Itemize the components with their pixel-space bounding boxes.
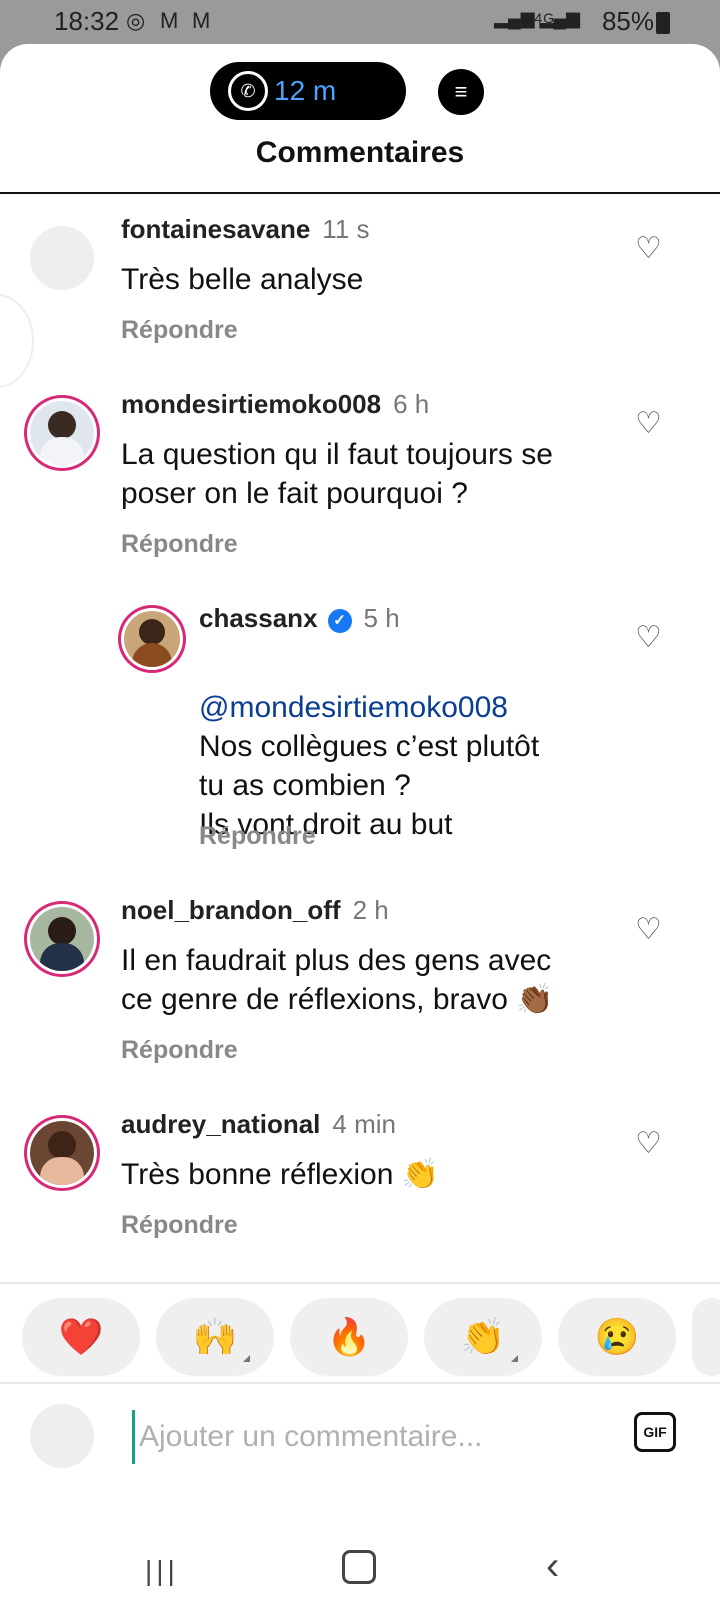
username[interactable]: fontainesavane [121, 214, 310, 244]
username[interactable]: audrey_national [121, 1109, 320, 1139]
reaction-heart-button[interactable]: ❤️ [22, 1298, 140, 1376]
comment-text: Très belle analyse [121, 263, 364, 296]
recents-icon[interactable]: ||| [145, 1555, 179, 1587]
skin-tone-indicator [511, 1355, 518, 1362]
reaction-clap-button[interactable]: 👏 [424, 1298, 542, 1376]
comment-username[interactable]: mondesirtiemoko008 6 h [121, 389, 429, 420]
call-pill[interactable]: ✆ 12 m [210, 62, 406, 120]
header-divider [0, 192, 720, 194]
reply-button[interactable]: Répondre [121, 1211, 238, 1240]
back-icon[interactable]: ‹ [546, 1544, 559, 1589]
gif-button[interactable]: GIF [634, 1412, 676, 1452]
like-heart-icon[interactable]: ♡ [635, 234, 665, 264]
whatsapp-icon: ✆ [228, 71, 268, 111]
comment-username[interactable]: noel_brandon_off 2 h [121, 895, 389, 926]
like-heart-icon[interactable]: ♡ [635, 623, 665, 653]
status-bar: 18:32 ◎ M M 4G ▂▄▆ ▂▄▆ 85% [0, 0, 720, 46]
comment-time: 5 h [363, 603, 400, 633]
comment-time: 2 h [352, 895, 389, 925]
clap-emoji: 👏 [460, 1316, 506, 1357]
battery-percent: 85% [601, 6, 654, 36]
home-icon[interactable] [342, 1550, 376, 1584]
reply-button[interactable]: Répondre [121, 1036, 238, 1065]
reply-button[interactable]: Répondre [199, 822, 316, 851]
comment-input[interactable] [132, 1410, 621, 1464]
comment-text: Il en faudrait plus des gens avec ce gen… [121, 944, 554, 1016]
sort-icon[interactable]: ≡ [438, 69, 484, 115]
side-peek [0, 294, 34, 388]
mention-link[interactable]: @mondesirtiemoko008 [199, 688, 539, 727]
comment-text: @mondesirtiemoko008 Nos collègues c’est p… [199, 649, 539, 844]
username[interactable]: mondesirtiemoko008 [121, 389, 381, 419]
heart-emoji: ❤️ [58, 1316, 104, 1357]
quick-reactions-bar: ❤️ 🙌 🔥 👏 😢 [22, 1298, 720, 1378]
avatar[interactable] [124, 611, 180, 667]
like-heart-icon[interactable]: ♡ [635, 1129, 665, 1159]
reaction-fire-button[interactable]: 🔥 [290, 1298, 408, 1376]
input-divider [0, 1382, 720, 1384]
whatsapp-icon: ◎ [126, 8, 146, 33]
avatar[interactable] [30, 1121, 94, 1185]
reaction-crying-button[interactable]: 😢 [558, 1298, 676, 1376]
comment-time: 11 s [322, 214, 370, 244]
avatar[interactable] [30, 401, 94, 465]
raised-hands-emoji: 🙌 [192, 1316, 238, 1357]
comment-text: La question qu il faut toujours se poser… [121, 438, 553, 510]
page-title: Commentaires [255, 136, 465, 169]
reactions-divider [0, 1282, 720, 1284]
avatar[interactable] [30, 907, 94, 971]
system-nav-bar: ||| ‹ [0, 1500, 720, 1600]
reaction-more-peek[interactable] [692, 1298, 720, 1376]
my-avatar [30, 1404, 94, 1468]
skin-tone-indicator [243, 1355, 250, 1362]
reply-button[interactable]: Répondre [121, 316, 238, 345]
avatar[interactable] [30, 226, 94, 290]
battery-icon [656, 12, 670, 34]
reply-button[interactable]: Répondre [121, 530, 238, 559]
comment-username[interactable]: audrey_national 4 min [121, 1109, 396, 1140]
like-heart-icon[interactable]: ♡ [635, 915, 665, 945]
reaction-raised-hands-button[interactable]: 🙌 [156, 1298, 274, 1376]
fire-emoji: 🔥 [326, 1316, 372, 1357]
comment-text: Très bonne réflexion 👏 [121, 1158, 440, 1191]
username[interactable]: noel_brandon_off [121, 895, 341, 925]
comment-username[interactable]: chassanx ✓ 5 h [199, 603, 400, 634]
gmail-icon: M [160, 8, 179, 33]
comments-sheet: ✆ 12 m ≡ Commentaires fontainesavane 11 s… [0, 44, 720, 1600]
crying-emoji: 😢 [594, 1316, 640, 1357]
comment-time: 6 h [393, 389, 430, 419]
verified-badge-icon: ✓ [327, 609, 352, 633]
gmail-icon: M [192, 8, 211, 33]
comment-time: 4 min [332, 1109, 396, 1139]
call-duration: 12 m [274, 75, 337, 106]
like-heart-icon[interactable]: ♡ [635, 409, 665, 439]
signal-icon: ▂▄▆ ▂▄▆ [494, 8, 580, 28]
status-time: 18:32 [54, 6, 120, 36]
comment-username[interactable]: fontainesavane 11 s [121, 214, 370, 245]
username[interactable]: chassanx [199, 603, 318, 633]
